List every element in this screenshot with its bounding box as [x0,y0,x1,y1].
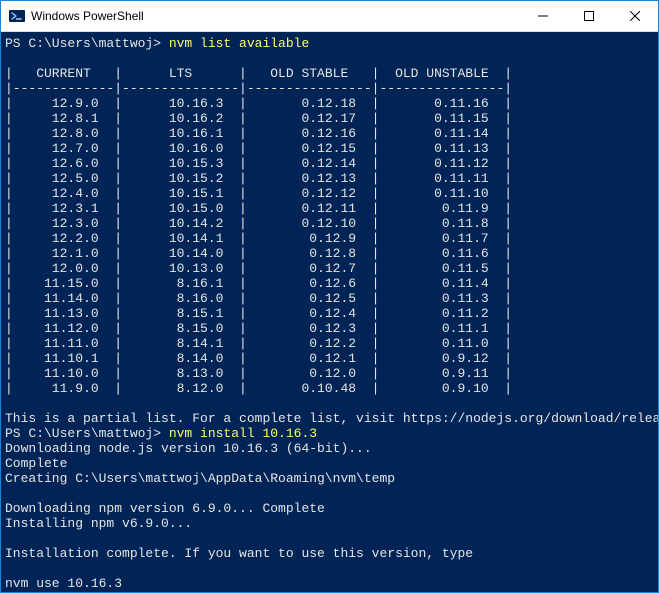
table-row: | 12.2.0 | 10.14.1 | 0.12.9 | 0.11.7 | [5,231,654,246]
command-text: nvm install 10.16.3 [169,426,317,441]
table-row: | 11.11.0 | 8.14.1 | 0.12.2 | 0.11.0 | [5,336,654,351]
table-row: | 11.12.0 | 8.15.0 | 0.12.3 | 0.11.1 | [5,321,654,336]
table-row: | 11.10.1 | 8.14.0 | 0.12.1 | 0.9.12 | [5,351,654,366]
table-row: | 12.6.0 | 10.15.3 | 0.12.14 | 0.11.12 | [5,156,654,171]
close-button[interactable] [612,1,658,31]
table-row: | 12.8.1 | 10.16.2 | 0.12.17 | 0.11.15 | [5,111,654,126]
table-row: | 12.0.0 | 10.13.0 | 0.12.7 | 0.11.5 | [5,261,654,276]
table-row: | 12.7.0 | 10.16.0 | 0.12.15 | 0.11.13 | [5,141,654,156]
prompt-line: PS C:\Users\mattwoj> nvm install 10.16.3 [5,426,654,441]
output-line: This is a partial list. For a complete l… [5,411,654,426]
window-title: Windows PowerShell [31,9,144,23]
prompt-line: PS C:\Users\mattwoj> nvm list available [5,36,654,51]
command-text: nvm list available [169,36,309,51]
powershell-icon [9,8,25,24]
minimize-button[interactable] [520,1,566,31]
table-row: | 12.1.0 | 10.14.0 | 0.12.8 | 0.11.6 | [5,246,654,261]
table-row: | 12.5.0 | 10.15.2 | 0.12.13 | 0.11.11 | [5,171,654,186]
table-row: | 11.14.0 | 8.16.0 | 0.12.5 | 0.11.3 | [5,291,654,306]
titlebar[interactable]: Windows PowerShell [1,1,658,32]
output-line: Installing npm v6.9.0... [5,516,654,531]
powershell-window: Windows PowerShell PS C:\Users\mattwoj> … [0,0,659,593]
table-header: | CURRENT | LTS | OLD STABLE | OLD UNSTA… [5,66,654,81]
table-row: | 11.13.0 | 8.15.1 | 0.12.4 | 0.11.2 | [5,306,654,321]
table-row: | 12.9.0 | 10.16.3 | 0.12.18 | 0.11.16 | [5,96,654,111]
terminal-output[interactable]: PS C:\Users\mattwoj> nvm list available … [1,32,658,592]
output-line: nvm use 10.16.3 [5,576,654,591]
table-row: | 11.9.0 | 8.12.0 | 0.10.48 | 0.9.10 | [5,381,654,396]
table-row: | 12.3.0 | 10.14.2 | 0.12.10 | 0.11.8 | [5,216,654,231]
maximize-button[interactable] [566,1,612,31]
output-line: Complete [5,456,654,471]
table-divider: |-------------|---------------|---------… [5,81,654,96]
table-row: | 12.3.1 | 10.15.0 | 0.12.11 | 0.11.9 | [5,201,654,216]
table-row: | 11.15.0 | 8.16.1 | 0.12.6 | 0.11.4 | [5,276,654,291]
output-line: Creating C:\Users\mattwoj\AppData\Roamin… [5,471,654,486]
output-line: Downloading node.js version 10.16.3 (64-… [5,441,654,456]
table-row: | 12.8.0 | 10.16.1 | 0.12.16 | 0.11.14 | [5,126,654,141]
output-line: Downloading npm version 6.9.0... Complet… [5,501,654,516]
table-row: | 12.4.0 | 10.15.1 | 0.12.12 | 0.11.10 | [5,186,654,201]
table-row: | 11.10.0 | 8.13.0 | 0.12.0 | 0.9.11 | [5,366,654,381]
output-line: Installation complete. If you want to us… [5,546,654,561]
prompt-line: PS C:\Users\mattwoj> [5,591,654,592]
